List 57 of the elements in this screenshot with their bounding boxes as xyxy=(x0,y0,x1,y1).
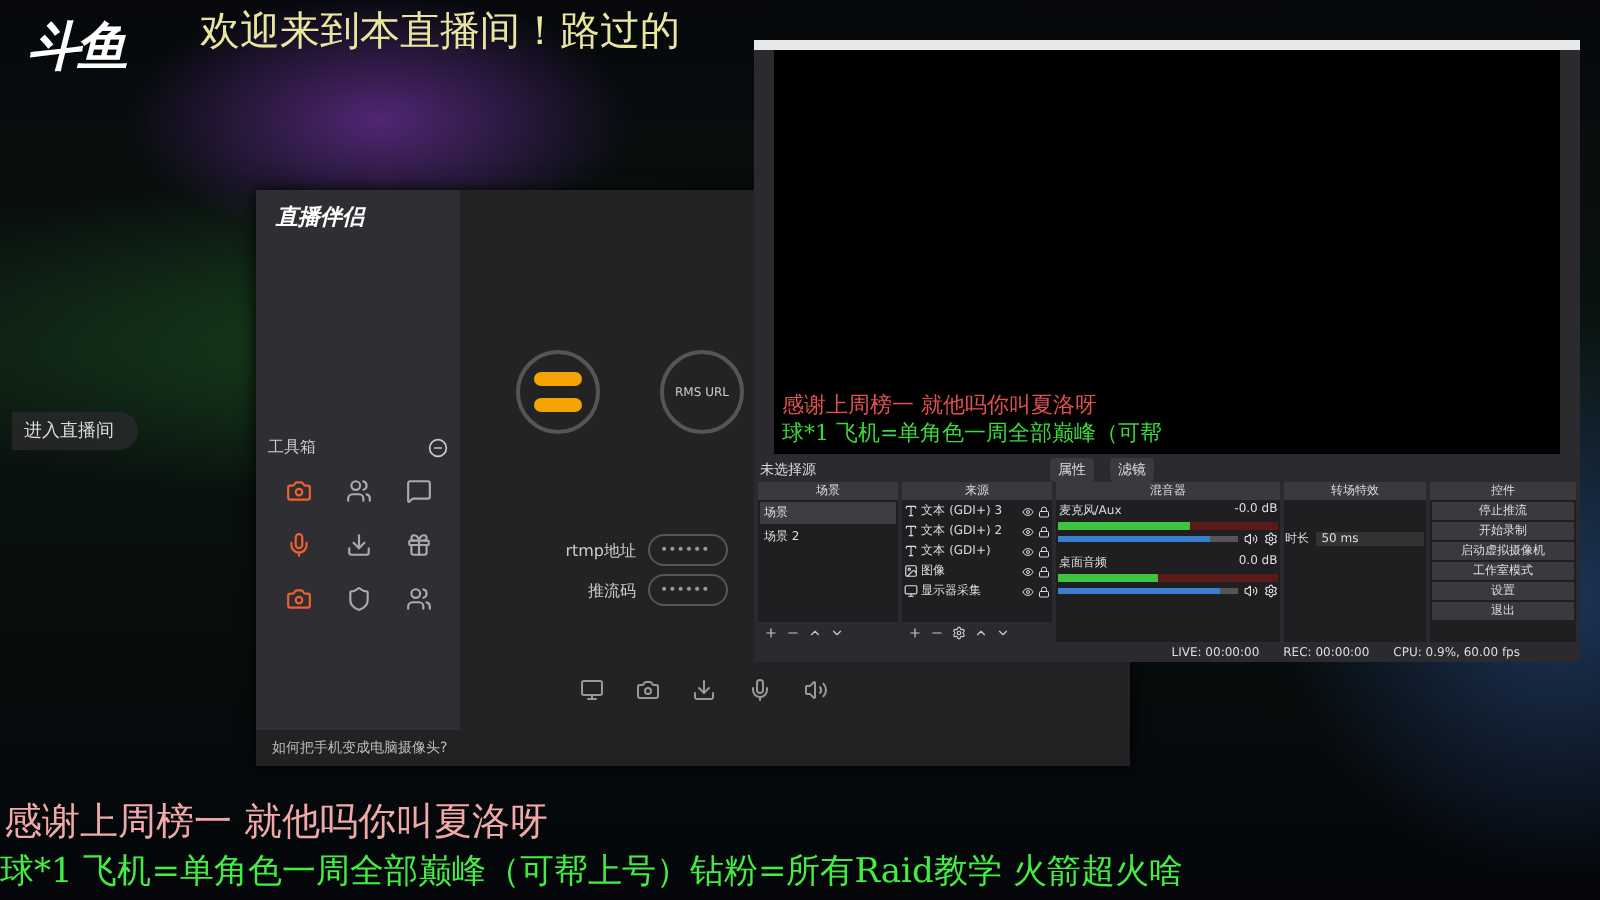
welcome-banner-text: 欢迎来到本直播间！路过的 xyxy=(200,4,680,58)
eye-icon[interactable] xyxy=(1022,525,1035,537)
tool-icon[interactable] xyxy=(405,586,431,612)
toolbar-icon[interactable] xyxy=(748,678,772,702)
settings-icon[interactable] xyxy=(951,625,966,639)
tool-icon[interactable] xyxy=(285,532,311,558)
lock-icon[interactable] xyxy=(1038,545,1051,557)
eye-icon[interactable] xyxy=(1022,545,1035,557)
toolbar-icon[interactable] xyxy=(804,678,828,702)
tool-icon[interactable] xyxy=(405,478,431,504)
speaker-icon[interactable] xyxy=(1243,584,1258,598)
source-type-icon xyxy=(903,544,918,558)
collapse-icon[interactable] xyxy=(428,437,448,457)
tool-icon[interactable] xyxy=(285,478,311,504)
volume-slider[interactable] xyxy=(1058,588,1238,594)
caption-line: 感谢上周榜一 就他吗你叫夏洛呀 xyxy=(4,798,549,848)
field-label: 推流码 xyxy=(586,579,636,601)
toolbar-icon[interactable] xyxy=(692,678,716,702)
lock-icon[interactable] xyxy=(1038,505,1051,517)
source-type-icon xyxy=(903,504,918,518)
toolbox-label: 工具箱 xyxy=(268,436,316,458)
lock-icon[interactable] xyxy=(1038,525,1051,537)
settings-icon[interactable] xyxy=(1263,532,1278,546)
lock-icon[interactable] xyxy=(1038,585,1051,597)
lock-icon[interactable] xyxy=(1038,565,1051,577)
preview-caption: 感谢上周榜一 就他吗你叫夏洛呀 xyxy=(782,390,1097,420)
down-icon[interactable] xyxy=(830,625,844,639)
preview-caption: 球*1 飞机=单角色一周全部巅峰（可帮 xyxy=(782,418,1163,448)
volume-slider[interactable] xyxy=(1058,536,1238,542)
tool-icon[interactable] xyxy=(285,586,311,612)
toolbar-icon[interactable] xyxy=(580,678,604,702)
settings-icon[interactable] xyxy=(1263,584,1278,598)
chat-notice: 进入直播间 xyxy=(12,412,138,450)
up-icon[interactable] xyxy=(808,625,822,639)
tool-icon[interactable] xyxy=(345,478,371,504)
eye-icon[interactable] xyxy=(1022,585,1035,597)
caption-line: 球*1 飞机=单角色一周全部巅峰（可帮上号）钻粉=所有Raid教学 火箭超火啥 xyxy=(0,850,1183,894)
field-label: rtmp地址 xyxy=(563,539,636,561)
push-mode-circle[interactable] xyxy=(516,350,600,434)
source-type-icon xyxy=(903,564,918,578)
down-icon[interactable] xyxy=(995,625,1010,639)
toolbar-icon[interactable] xyxy=(636,678,660,702)
source-type-icon xyxy=(903,524,918,538)
tool-icon[interactable] xyxy=(345,586,371,612)
up-icon[interactable] xyxy=(973,625,988,639)
speaker-icon[interactable] xyxy=(1243,532,1258,546)
stream-logo: 斗鱼 xyxy=(28,16,124,82)
eye-icon[interactable] xyxy=(1022,505,1035,517)
tool-icon[interactable] xyxy=(405,532,431,558)
add-icon[interactable] xyxy=(764,625,778,639)
tool-icon[interactable] xyxy=(345,532,371,558)
toggle-pill[interactable] xyxy=(534,372,582,386)
add-icon[interactable] xyxy=(907,625,922,639)
eye-icon[interactable] xyxy=(1022,565,1035,577)
app-title: 直播伴侣 xyxy=(273,202,368,232)
toggle-pill[interactable] xyxy=(534,398,582,412)
source-type-icon xyxy=(903,584,918,598)
